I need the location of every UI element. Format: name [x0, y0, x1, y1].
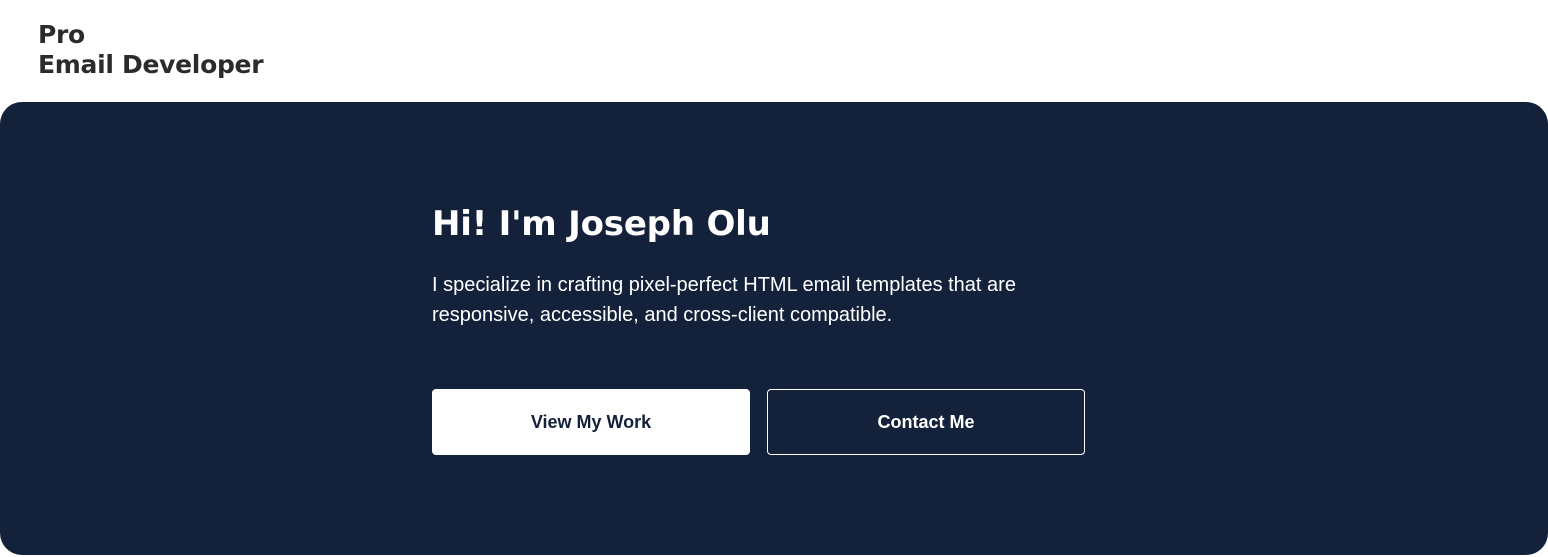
contact-me-button[interactable]: Contact Me	[767, 389, 1085, 455]
view-my-work-button[interactable]: View My Work	[432, 389, 750, 455]
hero-section: Hi! I'm Joseph Olu I specialize in craft…	[0, 102, 1548, 555]
hero-button-row: View My Work Contact Me	[432, 389, 1085, 455]
hero-title: Hi! I'm Joseph Olu	[432, 204, 771, 244]
logo-line-pro: Pro	[38, 20, 85, 49]
site-logo[interactable]: Pro Email Developer	[38, 20, 264, 80]
hero-content: Hi! I'm Joseph Olu I specialize in craft…	[432, 202, 1132, 330]
logo-line-email-developer: Email Developer	[38, 50, 264, 79]
hero-description: I specialize in crafting pixel-perfect H…	[432, 274, 1016, 326]
